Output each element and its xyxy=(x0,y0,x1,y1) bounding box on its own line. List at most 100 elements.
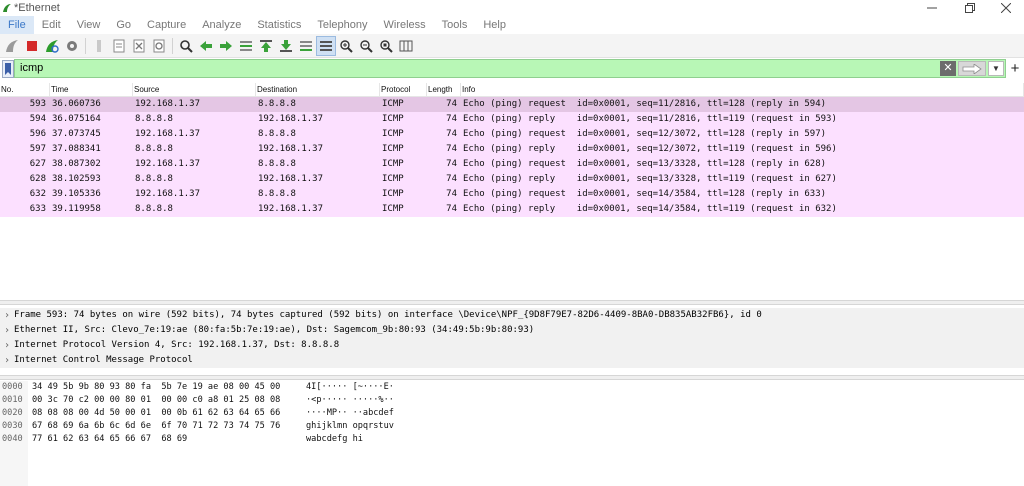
column-header-protocol[interactable]: Protocol xyxy=(380,83,427,96)
packet-row[interactable]: 593 36.060736 192.168.1.37 8.8.8.8 ICMP … xyxy=(0,97,1024,112)
go-last-packet-button[interactable] xyxy=(276,36,296,56)
minimize-button[interactable] xyxy=(914,0,950,16)
pane-splitter[interactable] xyxy=(0,300,1024,305)
packet-protocol: ICMP xyxy=(382,99,404,109)
packet-row[interactable]: 632 39.105336 192.168.1.37 8.8.8.8 ICMP … xyxy=(0,187,1024,202)
packet-destination: 8.8.8.8 xyxy=(258,159,296,169)
packet-source: 192.168.1.37 xyxy=(135,129,201,139)
pane-splitter[interactable] xyxy=(0,375,1024,380)
packet-row[interactable]: 627 38.087302 192.168.1.37 8.8.8.8 ICMP … xyxy=(0,157,1024,172)
go-forward-button[interactable] xyxy=(216,36,236,56)
go-back-button[interactable] xyxy=(196,36,216,56)
find-packet-button[interactable] xyxy=(176,36,196,56)
packet-row[interactable]: 594 36.075164 8.8.8.8 192.168.1.37 ICMP … xyxy=(0,112,1024,127)
maximize-button[interactable] xyxy=(952,0,988,16)
chevron-down-icon: ▼ xyxy=(992,64,1000,73)
packet-source: 192.168.1.37 xyxy=(135,159,201,169)
add-filter-button-button[interactable]: + xyxy=(1008,59,1022,78)
resize-columns-button[interactable] xyxy=(396,36,416,56)
packet-time: 37.073745 xyxy=(52,129,101,139)
packet-row[interactable]: 597 37.088341 8.8.8.8 192.168.1.37 ICMP … xyxy=(0,142,1024,157)
save-file-icon xyxy=(113,39,125,52)
capture-options-button[interactable] xyxy=(62,36,82,56)
hex-bytes[interactable]: 34 49 5b 9b 80 93 80 fa 5b 7e 19 ae 08 0… xyxy=(32,381,306,394)
apply-filter-button[interactable] xyxy=(958,61,986,76)
detail-tree-item[interactable]: › Internet Protocol Version 4, Src: 192.… xyxy=(0,338,1024,353)
chevron-right-icon[interactable]: › xyxy=(0,338,14,353)
packet-protocol: ICMP xyxy=(382,189,404,199)
hex-bytes[interactable]: 00 3c 70 c2 00 00 80 01 00 00 c0 a8 01 2… xyxy=(32,394,306,407)
packet-no: 628 xyxy=(29,174,46,184)
packet-destination: 192.168.1.37 xyxy=(258,114,324,124)
packet-row[interactable]: 628 38.102593 8.8.8.8 192.168.1.37 ICMP … xyxy=(0,172,1024,187)
hex-ascii[interactable]: ghijklmn opqrstuv xyxy=(306,420,426,433)
detail-tree-item[interactable]: › Internet Control Message Protocol xyxy=(0,353,1024,368)
detail-icmp-text: Internet Control Message Protocol xyxy=(14,355,193,365)
hex-ascii[interactable]: 4I[····· [~····E· xyxy=(306,381,426,394)
hex-ascii[interactable]: ····MP·· ··abcdef xyxy=(306,407,426,420)
menu-view[interactable]: View xyxy=(69,16,109,34)
reload-file-button[interactable] xyxy=(149,36,169,56)
packet-length: 74 xyxy=(446,189,457,199)
packet-length: 74 xyxy=(446,204,457,214)
hex-bytes[interactable]: 08 08 08 00 4d 50 00 01 00 0b 61 62 63 6… xyxy=(32,407,306,420)
packet-row[interactable]: 633 39.119958 8.8.8.8 192.168.1.37 ICMP … xyxy=(0,202,1024,217)
menu-telephony[interactable]: Telephony xyxy=(309,16,375,34)
packet-info: Echo (ping) request id=0x0001, seq=11/28… xyxy=(463,99,827,109)
go-to-packet-button[interactable] xyxy=(236,36,256,56)
menu-go[interactable]: Go xyxy=(108,16,139,34)
column-header-no[interactable]: No. xyxy=(0,83,50,96)
stop-capture-button[interactable] xyxy=(22,36,42,56)
hex-offset: 0000 xyxy=(2,382,23,392)
packet-protocol: ICMP xyxy=(382,159,404,169)
menu-bar: File Edit View Go Capture Analyze Statis… xyxy=(0,16,1024,34)
column-header-info[interactable]: Info xyxy=(461,83,1024,96)
menu-analyze[interactable]: Analyze xyxy=(194,16,249,34)
close-window-button[interactable] xyxy=(988,0,1024,16)
open-file-button[interactable] xyxy=(89,36,109,56)
start-capture-button[interactable] xyxy=(2,36,22,56)
restart-capture-button[interactable] xyxy=(42,36,62,56)
menu-help[interactable]: Help xyxy=(475,16,514,34)
go-first-packet-button[interactable] xyxy=(256,36,276,56)
menu-capture[interactable]: Capture xyxy=(139,16,194,34)
hex-bytes[interactable]: 67 68 69 6a 6b 6c 6d 6e 6f 70 71 72 73 7… xyxy=(32,420,306,433)
packet-info: Echo (ping) reply id=0x0001, seq=11/2816… xyxy=(463,114,837,124)
normal-size-button[interactable] xyxy=(376,36,396,56)
hex-bytes[interactable]: 77 61 62 63 64 65 66 67 68 69 xyxy=(32,433,306,446)
menu-statistics[interactable]: Statistics xyxy=(249,16,309,34)
column-header-time[interactable]: Time xyxy=(50,83,133,96)
close-file-button[interactable] xyxy=(129,36,149,56)
hex-ascii[interactable]: ·<p····· ·····%·· xyxy=(306,394,426,407)
chevron-right-icon[interactable]: › xyxy=(0,323,14,338)
recent-filters-dropdown[interactable]: ▼ xyxy=(988,61,1004,76)
packet-time: 37.088341 xyxy=(52,144,101,154)
chevron-right-icon[interactable]: › xyxy=(0,353,14,368)
packet-no: 597 xyxy=(29,144,46,154)
packet-no: 632 xyxy=(29,189,46,199)
display-filter-input[interactable]: icmp xyxy=(14,59,1006,78)
zoom-in-button[interactable] xyxy=(336,36,356,56)
packet-time: 36.060736 xyxy=(52,99,101,109)
auto-scroll-button[interactable] xyxy=(296,36,316,56)
filter-bookmark-button[interactable] xyxy=(2,60,14,78)
save-file-button[interactable] xyxy=(109,36,129,56)
packet-source: 8.8.8.8 xyxy=(135,114,173,124)
zoom-out-button[interactable] xyxy=(356,36,376,56)
chevron-right-icon[interactable]: › xyxy=(0,308,14,323)
colorize-button[interactable] xyxy=(316,35,336,56)
packet-protocol: ICMP xyxy=(382,174,404,184)
menu-edit[interactable]: Edit xyxy=(34,16,69,34)
menu-wireless[interactable]: Wireless xyxy=(376,16,434,34)
menu-file[interactable]: File xyxy=(0,16,34,34)
detail-tree-item[interactable]: › Ethernet II, Src: Clevo_7e:19:ae (80:f… xyxy=(0,323,1024,338)
detail-tree-item[interactable]: › Frame 593: 74 bytes on wire (592 bits)… xyxy=(0,308,1024,323)
column-header-length[interactable]: Length xyxy=(427,83,461,96)
menu-tools[interactable]: Tools xyxy=(434,16,476,34)
hex-ascii[interactable]: wabcdefg hi xyxy=(306,433,426,446)
packet-source: 192.168.1.37 xyxy=(135,99,201,109)
clear-filter-button[interactable]: ✕ xyxy=(940,61,956,76)
column-header-destination[interactable]: Destination xyxy=(256,83,380,96)
packet-row[interactable]: 596 37.073745 192.168.1.37 8.8.8.8 ICMP … xyxy=(0,127,1024,142)
column-header-source[interactable]: Source xyxy=(133,83,256,96)
